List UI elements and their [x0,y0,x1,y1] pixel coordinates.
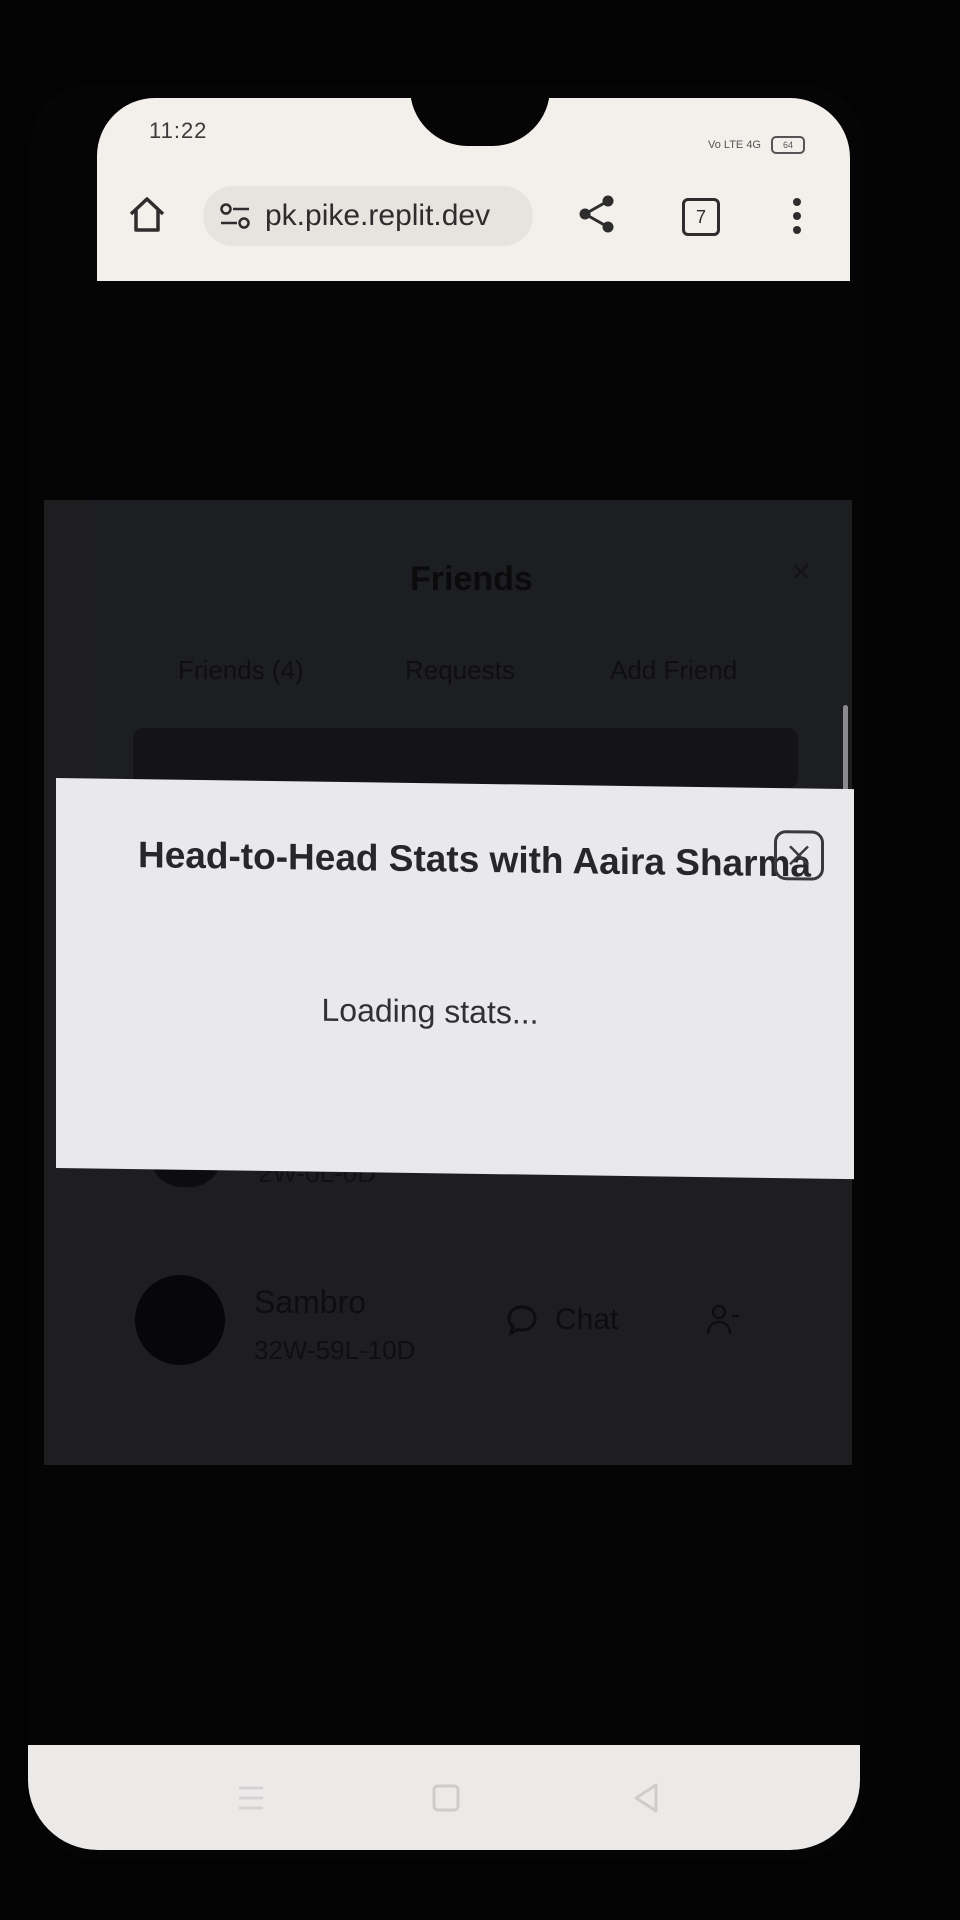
home-nav-icon[interactable] [428,1780,464,1816]
status-icons: Vo LTE 4G 64 [708,136,805,154]
system-nav-bar [28,1745,860,1850]
modal-title: Head-to-Head Stats with Aaira Sharma [138,834,812,885]
chat-bubble-icon [507,1305,537,1336]
close-icon [789,845,809,866]
loading-text: Loading stats... [321,991,539,1031]
network-label: Vo LTE 4G [708,139,761,151]
share-icon[interactable] [575,192,619,236]
chat-label: Chat [555,1303,619,1336]
friend-name: Sambro [254,1284,367,1320]
home-icon[interactable] [125,192,169,236]
tab-add-friend[interactable]: Add Friend [610,655,737,686]
tune-icon[interactable] [217,201,253,231]
browser-toolbar: pk.pike.replit.dev 7 [97,180,850,260]
friend-list-item: Sambro 32W-59L-10D Chat [130,1270,780,1370]
friend-record: 32W-59L-10D [254,1335,416,1365]
more-vert-icon[interactable] [787,194,807,238]
loading-message: Loading stats... [56,988,854,1036]
url-text: pk.pike.replit.dev [265,199,491,232]
friends-close-icon[interactable]: ✕ [790,557,812,588]
search-row [133,728,798,788]
scrollbar[interactable] [843,705,848,795]
avatar [135,1275,225,1365]
person-remove-icon[interactable] [705,1302,741,1338]
tab-friends[interactable]: Friends (4) [178,655,304,686]
status-time: 11:22 [149,118,208,143]
back-icon[interactable] [628,1780,664,1816]
chat-button[interactable]: Chat [505,1300,618,1340]
head-to-head-modal: Head-to-Head Stats with Aaira Sharma Loa… [56,778,854,1180]
modal-close-button[interactable] [774,830,824,881]
recent-apps-icon[interactable] [233,1780,269,1816]
friends-title: Friends [410,560,533,598]
address-bar[interactable]: pk.pike.replit.dev [203,186,533,246]
tab-switcher-button[interactable]: 7 [682,198,720,236]
battery-icon: 64 [771,136,805,154]
tab-requests[interactable]: Requests [405,655,515,686]
